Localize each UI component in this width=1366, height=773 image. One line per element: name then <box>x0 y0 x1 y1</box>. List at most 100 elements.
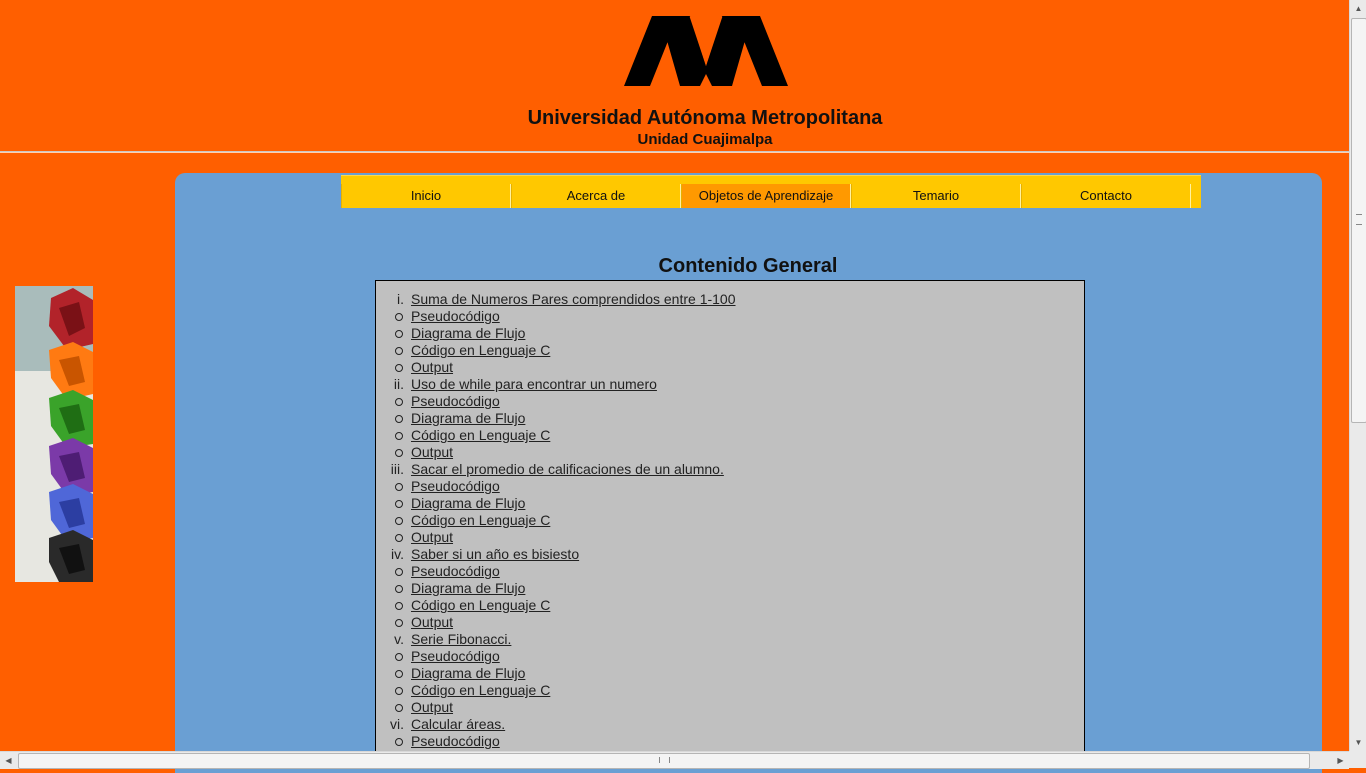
subtopic-item: Código en Lenguaje C <box>376 682 1084 699</box>
subtopic-item: Pseudocódigo <box>376 563 1084 580</box>
circle-bullet-icon <box>395 330 403 338</box>
circle-bullet-icon <box>395 687 403 695</box>
subtopic-item: Pseudocódigo <box>376 478 1084 495</box>
scrollbar-corner <box>1349 751 1366 768</box>
main-nav: Inicio Acerca de Objetos de Aprendizaje … <box>341 175 1201 208</box>
subtopic-item: Diagrama de Flujo <box>376 665 1084 682</box>
topic-item: iv. Saber si un año es bisiesto <box>376 546 1084 563</box>
subtopic-link[interactable]: Output <box>411 614 453 631</box>
nav-item-inicio[interactable]: Inicio <box>341 184 511 208</box>
topic-number: ii. <box>393 376 404 392</box>
topic-item: ii. Uso de while para encontrar un numero <box>376 376 1084 393</box>
topic-link[interactable]: Suma de Numeros Pares comprendidos entre… <box>411 291 736 308</box>
circle-bullet-icon <box>395 517 403 525</box>
subtopic-item: Pseudocódigo <box>376 733 1084 750</box>
subtopic-link[interactable]: Diagrama de Flujo <box>411 665 525 682</box>
subtopic-link[interactable]: Código en Lenguaje C <box>411 512 550 529</box>
subtopic-link[interactable]: Pseudocódigo <box>411 563 500 580</box>
circle-bullet-icon <box>395 415 403 423</box>
circle-bullet-icon <box>395 670 403 678</box>
topic-list: i. Suma de Numeros Pares comprendidos ent… <box>376 281 1084 750</box>
header-divider <box>0 151 1349 153</box>
subtopic-link[interactable]: Código en Lenguaje C <box>411 342 550 359</box>
circle-bullet-icon <box>395 483 403 491</box>
subtopic-link[interactable]: Pseudocódigo <box>411 478 500 495</box>
subtopic-link[interactable]: Output <box>411 359 453 376</box>
circle-bullet-icon <box>395 619 403 627</box>
circle-bullet-icon <box>395 568 403 576</box>
topic-link[interactable]: Saber si un año es bisiesto <box>411 546 579 563</box>
subtopic-item: Output <box>376 614 1084 631</box>
subtopic-item: Pseudocódigo <box>376 308 1084 325</box>
subtopic-link[interactable]: Pseudocódigo <box>411 308 500 325</box>
circle-bullet-icon <box>395 534 403 542</box>
vertical-scrollbar[interactable]: ▲ ▼ <box>1349 0 1366 751</box>
topic-number: i. <box>397 291 404 307</box>
subtopic-item: Output <box>376 699 1084 716</box>
content-list-box: i. Suma de Numeros Pares comprendidos ent… <box>375 280 1085 762</box>
subtopic-link[interactable]: Código en Lenguaje C <box>411 597 550 614</box>
subtopic-link[interactable]: Output <box>411 444 453 461</box>
subtopic-item: Diagrama de Flujo <box>376 580 1084 597</box>
subtopic-item: Diagrama de Flujo <box>376 325 1084 342</box>
subtopic-link[interactable]: Output <box>411 529 453 546</box>
scroll-up-arrow-icon[interactable]: ▲ <box>1350 0 1366 17</box>
subtopic-link[interactable]: Pseudocódigo <box>411 733 500 750</box>
topic-item: i. Suma de Numeros Pares comprendidos ent… <box>376 291 1084 308</box>
vertical-scroll-thumb[interactable] <box>1351 18 1366 423</box>
topic-link[interactable]: Uso de while para encontrar un numero <box>411 376 657 393</box>
circle-bullet-icon <box>395 398 403 406</box>
circle-bullet-icon <box>395 347 403 355</box>
subtopic-item: Diagrama de Flujo <box>376 495 1084 512</box>
scroll-right-arrow-icon[interactable]: ▶ <box>1332 752 1349 769</box>
subtopic-link[interactable]: Código en Lenguaje C <box>411 427 550 444</box>
topic-link[interactable]: Sacar el promedio de calificaciones de u… <box>411 461 724 478</box>
subtopic-link[interactable]: Diagrama de Flujo <box>411 325 525 342</box>
subtopic-item: Diagrama de Flujo <box>376 410 1084 427</box>
circle-bullet-icon <box>395 313 403 321</box>
nav-item-acerca-de[interactable]: Acerca de <box>511 184 681 208</box>
topic-link[interactable]: Calcular áreas. <box>411 716 505 733</box>
topic-number: vi. <box>390 716 404 732</box>
circle-bullet-icon <box>395 449 403 457</box>
subtopic-item: Código en Lenguaje C <box>376 597 1084 614</box>
nav-item-objetos-de-aprendizaje[interactable]: Objetos de Aprendizaje <box>681 184 851 208</box>
subtopic-item: Código en Lenguaje C <box>376 512 1084 529</box>
circle-bullet-icon <box>395 704 403 712</box>
circle-bullet-icon <box>395 653 403 661</box>
subtopic-link[interactable]: Pseudocódigo <box>411 393 500 410</box>
origami-decor-image <box>15 286 93 582</box>
subtopic-item: Output <box>376 529 1084 546</box>
circle-bullet-icon <box>395 432 403 440</box>
horizontal-scroll-thumb[interactable] <box>18 753 1310 769</box>
topic-number: iv. <box>391 546 404 562</box>
circle-bullet-icon <box>395 602 403 610</box>
subtopic-item: Output <box>376 359 1084 376</box>
site-header: Universidad Autónoma Metropolitana Unida… <box>0 0 1349 152</box>
page-title: Contenido General <box>658 255 838 277</box>
university-name: Universidad Autónoma Metropolitana <box>527 107 883 129</box>
subtopic-link[interactable]: Output <box>411 699 453 716</box>
subtopic-item: Pseudocódigo <box>376 648 1084 665</box>
uam-logo <box>624 15 788 86</box>
scroll-down-arrow-icon[interactable]: ▼ <box>1350 734 1366 751</box>
subtopic-item: Output <box>376 444 1084 461</box>
topic-number: v. <box>394 631 404 647</box>
horizontal-scrollbar[interactable]: ◀ ▶ <box>0 751 1349 769</box>
campus-name: Unidad Cuajimalpa <box>637 131 773 148</box>
subtopic-link[interactable]: Diagrama de Flujo <box>411 410 525 427</box>
circle-bullet-icon <box>395 738 403 746</box>
circle-bullet-icon <box>395 585 403 593</box>
subtopic-item: Pseudocódigo <box>376 393 1084 410</box>
circle-bullet-icon <box>395 364 403 372</box>
subtopic-link[interactable]: Código en Lenguaje C <box>411 682 550 699</box>
scroll-left-arrow-icon[interactable]: ◀ <box>0 752 17 769</box>
subtopic-link[interactable]: Pseudocódigo <box>411 648 500 665</box>
nav-item-contacto[interactable]: Contacto <box>1021 184 1191 208</box>
subtopic-link[interactable]: Diagrama de Flujo <box>411 495 525 512</box>
topic-item: iii. Sacar el promedio de calificaciones … <box>376 461 1084 478</box>
topic-link[interactable]: Serie Fibonacci. <box>411 631 511 648</box>
subtopic-link[interactable]: Diagrama de Flujo <box>411 580 525 597</box>
topic-number: iii. <box>390 461 404 477</box>
nav-item-temario[interactable]: Temario <box>851 184 1021 208</box>
